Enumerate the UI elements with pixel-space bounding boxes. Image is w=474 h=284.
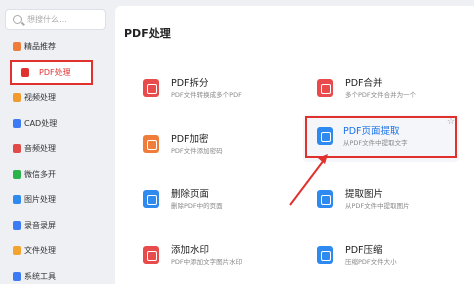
compress-icon <box>317 246 333 264</box>
tool-desc: PDF中添加文字图片水印 <box>171 258 243 266</box>
sidebar-item-label: 微信多开 <box>24 169 56 179</box>
tool-desc: PDF文件转换成多个PDF <box>171 91 242 99</box>
video-icon <box>13 93 21 102</box>
sidebar-item-recording[interactable]: 录音录屏 <box>0 213 114 239</box>
tool-pdf-compress[interactable]: PDF压缩 压缩PDF文件大小 <box>295 234 451 281</box>
highlight-frame <box>305 116 457 158</box>
sidebar-item-video[interactable]: 视频处理 <box>0 85 114 111</box>
extract-image-icon <box>317 190 333 208</box>
search-icon <box>13 15 22 24</box>
delete-page-icon <box>143 190 159 208</box>
sidebar-item-featured[interactable]: 精品推荐 <box>0 34 114 60</box>
watermark-icon <box>143 246 159 264</box>
page-title: PDF处理 <box>124 27 171 40</box>
tool-pdf-split[interactable]: PDF拆分 PDF文件转换成多个PDF <box>121 67 277 114</box>
gem-icon <box>13 42 21 51</box>
sidebar-item-label: 图片处理 <box>24 195 56 205</box>
sidebar-item-label: 精品推荐 <box>24 42 56 52</box>
tool-add-watermark[interactable]: 添加水印 PDF中添加文字图片水印 <box>121 234 277 281</box>
tool-pdf-encrypt[interactable]: PDF加密 PDF文件添加密码 <box>121 123 277 170</box>
sidebar-item-pdf[interactable]: PDF处理 <box>10 59 93 85</box>
tool-desc: 删除PDF中的页面 <box>171 202 223 210</box>
tool-name: PDF合并 <box>345 78 383 89</box>
tool-name: 添加水印 <box>171 245 210 256</box>
sidebar-item-file[interactable]: 文件处理 <box>0 238 114 264</box>
tool-pdf-merge[interactable]: PDF合并 多个PDF文件合并为一个 <box>295 67 451 114</box>
sidebar-item-wechat[interactable]: 微信多开 <box>0 162 114 188</box>
tool-name: PDF拆分 <box>171 78 209 89</box>
tool-name: 提取图片 <box>345 189 384 200</box>
sidebar-item-system[interactable]: 系统工具 <box>0 264 114 284</box>
mic-icon <box>13 220 21 230</box>
sidebar-item-image[interactable]: 图片处理 <box>0 187 114 213</box>
sidebar-item-audio[interactable]: 音频处理 <box>0 136 114 162</box>
split-icon <box>143 79 159 97</box>
sidebar-item-label: CAD处理 <box>24 118 58 128</box>
sidebar-item-label: 视频处理 <box>24 93 56 103</box>
sidebar-item-label: 系统工具 <box>24 271 56 281</box>
tool-name: 删除页面 <box>171 189 210 200</box>
tool-name: PDF加密 <box>171 134 209 145</box>
main-panel: PDF处理 PDF拆分 PDF文件转换成多个PDF PDF合并 多个PDF文件合… <box>115 6 474 284</box>
tool-delete-page[interactable]: 删除页面 删除PDF中的页面 <box>121 178 277 225</box>
search-box[interactable] <box>5 9 106 30</box>
sidebar-item-label: 文件处理 <box>24 246 56 256</box>
wechat-icon <box>13 169 21 179</box>
file-icon <box>13 246 21 255</box>
sidebar-nav: 精品推荐 PDF处理 视频处理 CAD处理 音频处理 微信多开 图片处理 录音录… <box>0 34 114 284</box>
merge-icon <box>317 79 333 97</box>
cad-icon <box>13 118 21 128</box>
tool-desc: 从PDF文件中提取图片 <box>345 202 410 210</box>
sidebar-item-label: 音频处理 <box>24 144 56 154</box>
image-icon <box>13 195 21 204</box>
tool-name: PDF压缩 <box>345 245 383 256</box>
sidebar-item-cad[interactable]: CAD处理 <box>0 111 114 137</box>
sidebar-item-label: 录音录屏 <box>24 220 56 230</box>
lock-icon <box>143 135 159 153</box>
tool-desc: 多个PDF文件合并为一个 <box>345 91 417 99</box>
system-icon <box>13 271 21 281</box>
tool-desc: 压缩PDF文件大小 <box>345 258 397 266</box>
tool-extract-image[interactable]: 提取图片 从PDF文件中提取图片 <box>295 178 451 225</box>
sidebar: 精品推荐 PDF处理 视频处理 CAD处理 音频处理 微信多开 图片处理 录音录… <box>0 0 114 284</box>
audio-icon <box>13 144 21 153</box>
search-input[interactable] <box>27 12 105 27</box>
pdf-icon <box>21 67 29 77</box>
tool-desc: PDF文件添加密码 <box>171 147 223 155</box>
sidebar-item-label: PDF处理 <box>39 67 71 77</box>
